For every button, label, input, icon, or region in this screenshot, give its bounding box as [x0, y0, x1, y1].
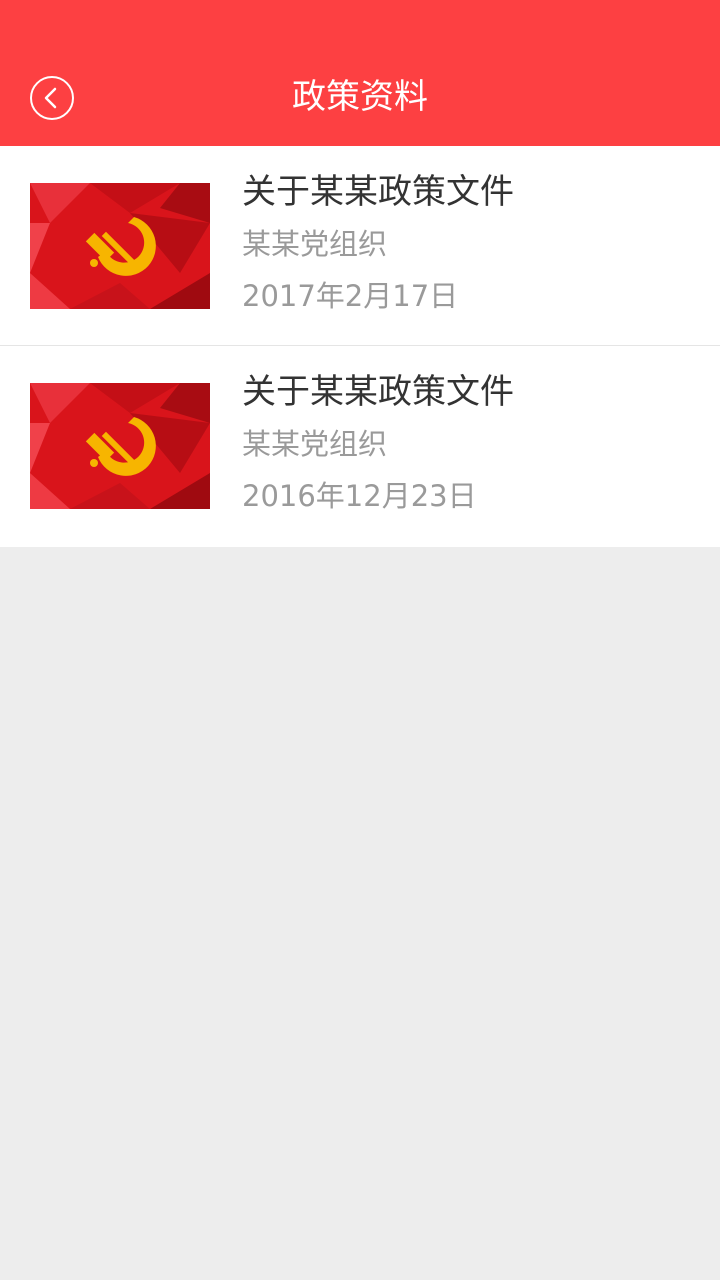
party-emblem-icon [30, 183, 210, 309]
policy-list: 关于某某政策文件 某某党组织 2017年2月17日 关于某某政策文件 某某党组织… [0, 146, 720, 547]
app-header: 政策资料 [0, 0, 720, 146]
item-date: 2016年12月23日 [242, 479, 477, 513]
party-emblem-icon [30, 383, 210, 509]
list-item[interactable]: 关于某某政策文件 某某党组织 2017年2月17日 [0, 146, 720, 346]
list-item[interactable]: 关于某某政策文件 某某党组织 2016年12月23日 [0, 346, 720, 547]
item-organization: 某某党组织 [242, 427, 388, 461]
item-date: 2017年2月17日 [242, 279, 459, 313]
item-organization: 某某党组织 [242, 227, 388, 261]
item-title: 关于某某政策文件 [242, 372, 514, 412]
page-title: 政策资料 [292, 77, 428, 117]
party-emblem-thumbnail [30, 183, 210, 309]
party-emblem-thumbnail [30, 383, 210, 509]
item-title: 关于某某政策文件 [242, 172, 514, 212]
